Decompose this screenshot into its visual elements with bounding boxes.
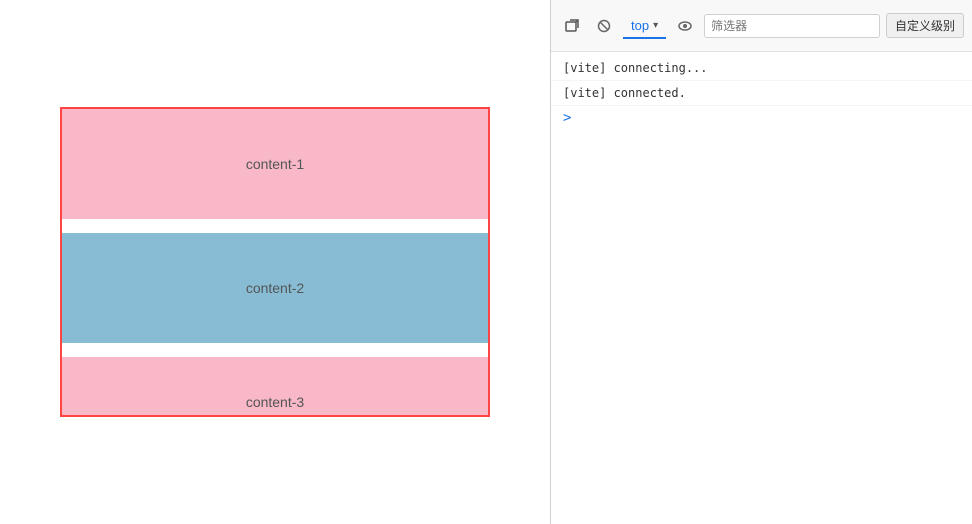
- console-output: [vite] connecting... [vite] connected. >: [551, 52, 972, 524]
- console-line-2: [vite] connected.: [551, 81, 972, 106]
- inspect-icon-button[interactable]: [559, 13, 585, 39]
- content-3-label: content-3: [246, 394, 304, 410]
- console-prompt[interactable]: >: [551, 106, 972, 130]
- content-1-label: content-1: [246, 156, 304, 172]
- console-line-2-text: [vite] connected.: [563, 83, 686, 103]
- content-block-1: content-1: [62, 109, 488, 219]
- scroll-content[interactable]: content-1 content-2 content-3: [62, 109, 488, 415]
- content-2-label: content-2: [246, 280, 304, 296]
- console-line-1-text: [vite] connecting...: [563, 58, 708, 78]
- devtools-toolbar: top ▾ 自定义级别: [551, 0, 972, 52]
- top-tab-label: top: [631, 18, 649, 33]
- viewport-container: content-1 content-2 content-3: [60, 107, 490, 417]
- content-block-3: content-3: [62, 357, 488, 415]
- content-separator-2: [62, 343, 488, 357]
- console-line-1: [vite] connecting...: [551, 56, 972, 81]
- block-icon-button[interactable]: [591, 13, 617, 39]
- eye-icon-button[interactable]: [672, 13, 698, 39]
- top-tab[interactable]: top ▾: [623, 14, 666, 39]
- content-block-2: content-2: [62, 233, 488, 343]
- top-tab-arrow: ▾: [653, 20, 658, 31]
- content-separator-1: [62, 219, 488, 233]
- filter-input[interactable]: [704, 14, 880, 38]
- devtools-panel: top ▾ 自定义级别 [vite] connecting... [vite] …: [550, 0, 972, 524]
- browser-viewport-panel: content-1 content-2 content-3: [0, 0, 550, 524]
- custom-level-button[interactable]: 自定义级别: [886, 13, 964, 38]
- custom-level-label: 自定义级别: [895, 19, 955, 33]
- console-prompt-symbol: >: [563, 110, 571, 126]
